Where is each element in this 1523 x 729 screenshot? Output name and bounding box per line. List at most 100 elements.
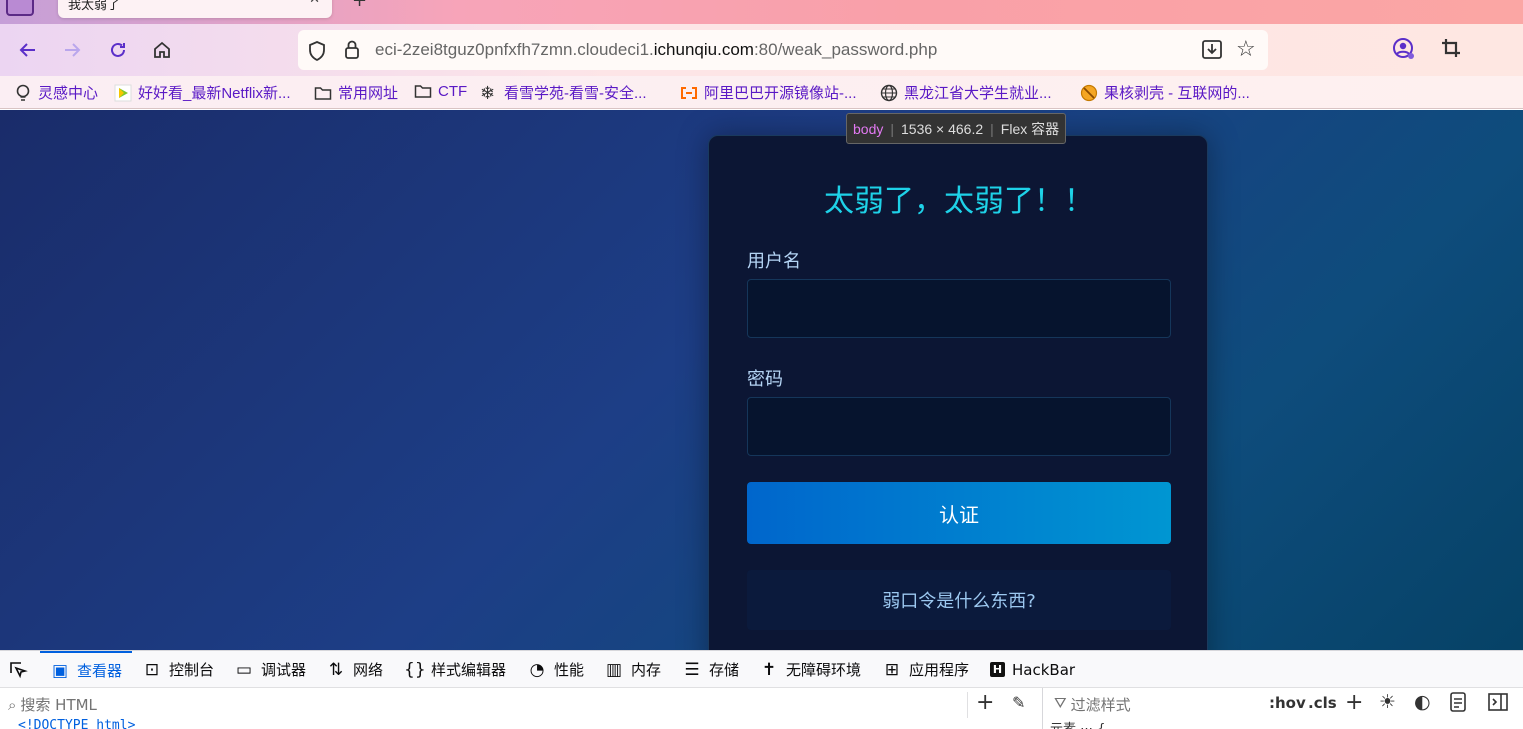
- tab-label: 存储: [709, 661, 740, 679]
- add-node-button[interactable]: +: [976, 690, 994, 715]
- filter-styles-input[interactable]: ⛛ 过滤样式: [1054, 694, 1131, 715]
- submit-button[interactable]: 认证: [747, 482, 1171, 544]
- address-bar[interactable]: eci-2zei8tguz0pnfxfh7zmn.cloudeci1.ichun…: [298, 30, 1268, 70]
- cls-toggle[interactable]: .cls: [1308, 694, 1337, 712]
- tab-performance[interactable]: ◔ 性能: [527, 651, 584, 688]
- new-tab-button[interactable]: +: [352, 0, 367, 11]
- bookmark-item[interactable]: 黑龙江省大学生就业...: [880, 82, 1052, 103]
- tab-strip: 我太弱了 ✕ +: [0, 0, 1523, 24]
- tab-storage[interactable]: ☰ 存储: [682, 651, 739, 688]
- tab-accessibility[interactable]: ✝ 无障碍环境: [759, 651, 861, 688]
- bookmark-item[interactable]: 常用网址: [314, 82, 398, 103]
- bookmark-item[interactable]: 好好看_最新Netflix新...: [114, 82, 291, 103]
- toggle-sidebar-icon[interactable]: [1488, 693, 1508, 711]
- inspector-icon: ▣: [51, 660, 69, 681]
- filter-placeholder: 过滤样式: [1070, 696, 1131, 714]
- home-icon: [154, 41, 170, 58]
- network-icon: ⇅: [328, 659, 344, 680]
- gauge-icon: ◔: [529, 659, 545, 680]
- tab-application[interactable]: ⊞ 应用程序: [882, 651, 969, 688]
- light-mode-icon[interactable]: ☀: [1379, 691, 1396, 713]
- password-label: 密码: [747, 369, 783, 390]
- tab-label: 应用程序: [909, 661, 970, 679]
- dark-mode-icon[interactable]: ◐: [1414, 691, 1431, 713]
- forward-arrow-icon: [65, 43, 81, 57]
- shield-icon[interactable]: [308, 41, 326, 61]
- aliyun-icon: [681, 86, 697, 99]
- tab-console[interactable]: ⊡ 控制台: [142, 651, 214, 688]
- search-placeholder: 搜索 HTML: [20, 696, 97, 714]
- close-tab-icon[interactable]: ✕: [309, 0, 320, 7]
- divider: [967, 692, 968, 718]
- tab-inspector[interactable]: ▣ 查看器: [40, 651, 133, 688]
- globe-icon: [880, 84, 898, 101]
- account-icon[interactable]: [1392, 37, 1416, 61]
- login-card: 太弱了，太弱了！！ 用户名 密码 认证 弱口令是什么东西?: [708, 135, 1208, 650]
- html-doctype-line[interactable]: <!DOCTYPE html>: [18, 718, 135, 729]
- bookmark-label: 常用网址: [338, 85, 399, 102]
- bookmark-label: 阿里巴巴开源镜像站-...: [704, 85, 857, 102]
- debugger-icon: ▭: [235, 659, 253, 680]
- tab-debugger[interactable]: ▭ 调试器: [234, 651, 306, 688]
- save-to-pocket-icon[interactable]: [1201, 39, 1223, 61]
- tab-label: 性能: [554, 661, 585, 679]
- tooltip-separator: |: [890, 120, 894, 137]
- tab-label: 无障碍环境: [786, 661, 862, 679]
- bookmark-label: 果核剥壳 - 互联网的...: [1104, 85, 1250, 102]
- bulb-icon: [16, 84, 30, 101]
- tab-label: 内存: [631, 661, 662, 679]
- page-viewport: 太弱了，太弱了！！ 用户名 密码 认证 弱口令是什么东西?: [0, 110, 1523, 650]
- grid-icon: ⊞: [884, 659, 900, 680]
- username-input[interactable]: [747, 279, 1171, 338]
- highlight-element-name: body: [853, 120, 884, 137]
- tab-network[interactable]: ⇅ 网络: [326, 651, 383, 688]
- bookmark-item[interactable]: ❄ 看雪学苑-看雪-安全...: [480, 82, 647, 103]
- tab-hackbar[interactable]: H HackBar: [990, 651, 1075, 688]
- tab-label: 查看器: [77, 662, 123, 680]
- filter-icon: ⛛: [1054, 694, 1067, 712]
- bookmark-label: 灵感中心: [38, 85, 99, 102]
- divider: [1042, 688, 1043, 729]
- browser-tab[interactable]: 我太弱了 ✕: [58, 0, 332, 18]
- lock-icon[interactable]: [344, 40, 360, 60]
- html-search-input[interactable]: ⌕ 搜索 HTML: [8, 694, 97, 715]
- element-picker-button[interactable]: [8, 651, 28, 688]
- highlight-element-size: 1536 × 466.2: [901, 120, 984, 137]
- highlight-element-type: Flex 容器: [1000, 120, 1060, 137]
- tab-overview-icon[interactable]: [6, 0, 34, 16]
- hov-toggle[interactable]: :hov: [1269, 694, 1306, 712]
- bookmark-star-icon[interactable]: ☆: [1236, 37, 1256, 62]
- bookmark-item[interactable]: 阿里巴巴开源镜像站-...: [680, 82, 857, 103]
- url-prefix: eci-2zei8tguz0pnfxfh7zmn.cloudeci1.: [375, 40, 654, 59]
- console-icon: ⊡: [144, 659, 160, 680]
- reload-button[interactable]: [104, 36, 132, 64]
- url-suffix: :80/weak_password.php: [753, 40, 938, 59]
- accessibility-icon: ✝: [761, 659, 777, 680]
- bookmark-item[interactable]: 灵感中心: [14, 82, 98, 103]
- hackbar-icon: H: [990, 662, 1005, 677]
- weak-password-help-link[interactable]: 弱口令是什么东西?: [747, 570, 1171, 630]
- screenshot-crop-icon[interactable]: [1440, 37, 1462, 59]
- css-rule-line: 元素 ⋯ {: [1050, 718, 1106, 729]
- bookmarks-bar: 灵感中心 好好看_最新Netflix新... 常用网址 CTF ❄ 看雪学苑-看…: [0, 76, 1523, 109]
- add-rule-button[interactable]: +: [1345, 690, 1363, 715]
- eyedropper-icon[interactable]: ✎: [1012, 693, 1025, 712]
- url-text[interactable]: eci-2zei8tguz0pnfxfh7zmn.cloudeci1.ichun…: [375, 40, 937, 60]
- url-domain: ichunqiu.com: [653, 40, 754, 59]
- reload-icon: [111, 42, 125, 57]
- password-input[interactable]: [747, 397, 1171, 456]
- tab-style-editor[interactable]: {} 样式编辑器: [404, 651, 506, 688]
- print-media-icon[interactable]: [1450, 692, 1466, 712]
- play-icon: [114, 84, 132, 101]
- bookmark-item[interactable]: 果核剥壳 - 互联网的...: [1080, 82, 1250, 103]
- tab-memory[interactable]: ▥ 内存: [604, 651, 661, 688]
- bookmark-item[interactable]: CTF: [414, 82, 467, 100]
- back-button[interactable]: [14, 36, 42, 64]
- tab-label: 网络: [353, 661, 384, 679]
- tab-label: 控制台: [169, 661, 215, 679]
- ban-icon: [1080, 84, 1098, 101]
- memory-chip-icon: ▥: [605, 659, 623, 680]
- home-button[interactable]: [148, 36, 176, 64]
- bookmark-label: CTF: [438, 82, 468, 100]
- forward-button[interactable]: [58, 36, 86, 64]
